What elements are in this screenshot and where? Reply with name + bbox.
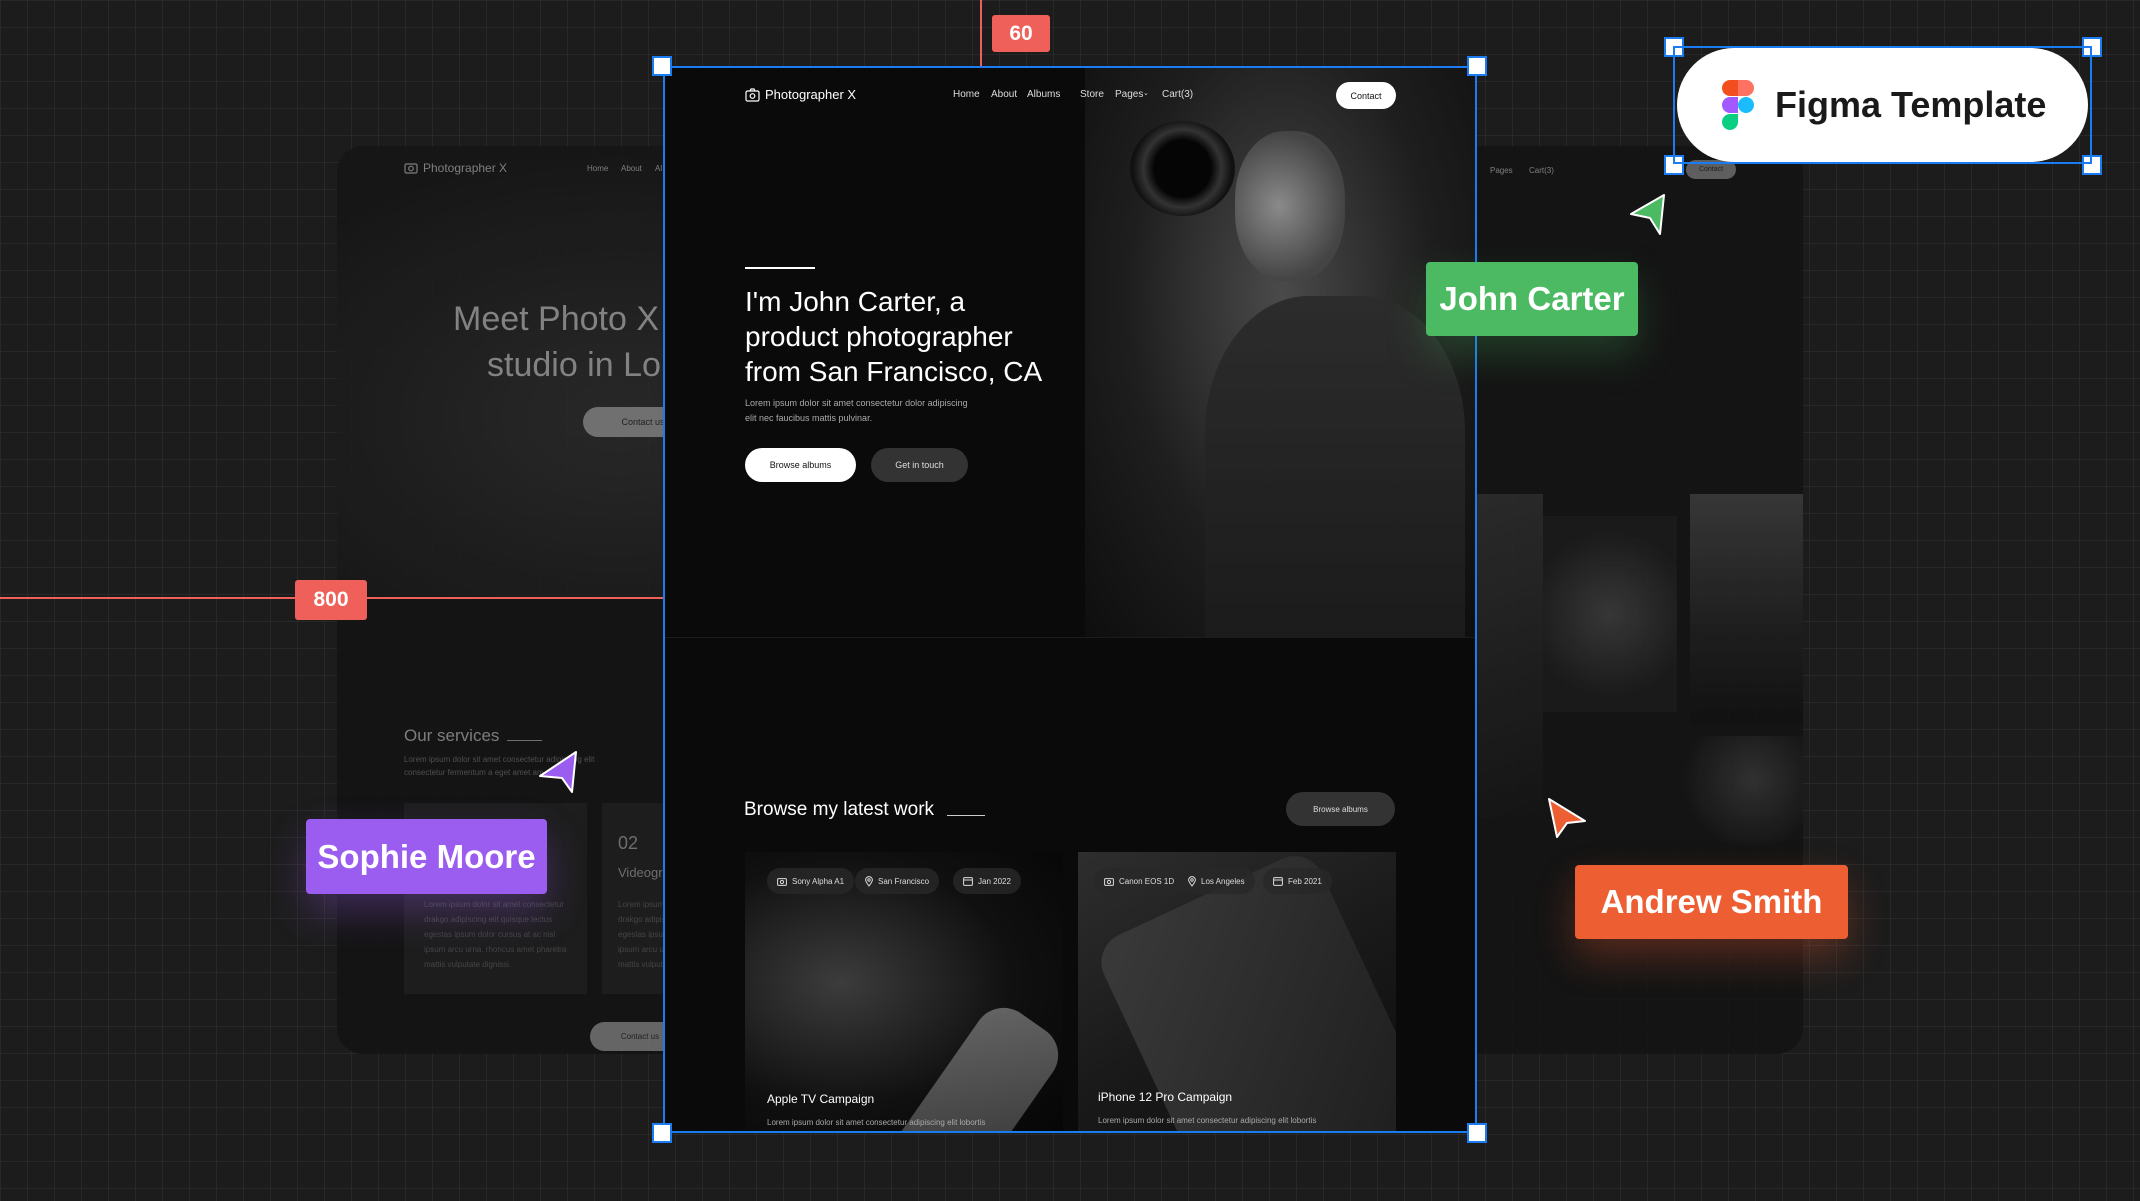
services-title: Our services bbox=[404, 726, 500, 745]
text-line: elit nec faucibus mattis pulvinar. bbox=[745, 413, 873, 423]
card-text: Lorem ipsum dolor sit amet consectetur a… bbox=[1098, 1116, 1317, 1125]
text-line: Lorem ipsum dolor sit amet consectetur d… bbox=[745, 398, 968, 408]
orange-cursor-icon bbox=[1548, 798, 1586, 838]
title-line: product photographer bbox=[745, 321, 1013, 352]
location-pin-icon bbox=[865, 875, 873, 887]
camera-logo-icon bbox=[404, 163, 418, 174]
hero-accent-line bbox=[745, 267, 815, 269]
camera-logo-icon bbox=[745, 88, 760, 102]
resize-handle[interactable] bbox=[1467, 1123, 1487, 1143]
latest-work-title: Browse my latest work bbox=[744, 799, 935, 820]
chip-label: Feb 2021 bbox=[1288, 876, 1322, 886]
work-card-iphone[interactable]: Canon EOS 1D Los Angeles Feb 2021 iPhone… bbox=[1078, 852, 1396, 1133]
camera-chip: Sony Alpha A1 bbox=[767, 868, 855, 894]
text-line: drakgo adipiscing elit quisque lectus bbox=[424, 915, 553, 924]
chip-label: San Francisco bbox=[878, 876, 930, 886]
apple-tv-remote-shape bbox=[870, 996, 1063, 1133]
location-chip: San Francisco bbox=[855, 868, 940, 894]
get-in-touch-button[interactable]: Get in touch bbox=[871, 448, 968, 482]
badge-pill: Figma Template bbox=[1677, 48, 2088, 162]
card-title: Apple TV Campaign bbox=[767, 1092, 875, 1106]
text-line: ipsum arcu u bbox=[618, 945, 664, 954]
date-chip: Jan 2022 bbox=[953, 868, 1021, 894]
nav-home[interactable]: Home bbox=[587, 164, 608, 173]
calendar-icon bbox=[963, 877, 973, 886]
browse-albums-secondary-button[interactable]: Browse albums bbox=[1286, 792, 1395, 826]
resize-handle[interactable] bbox=[1467, 56, 1487, 76]
collaborator-tag-sophie-moore: Sophie Moore bbox=[306, 819, 547, 894]
resize-handle[interactable] bbox=[652, 56, 672, 76]
location-pin-icon bbox=[1188, 875, 1196, 887]
title-line: from San Francisco, CA bbox=[745, 356, 1043, 387]
text-line: drakgo adipis bbox=[618, 915, 666, 924]
purple-cursor-icon bbox=[539, 751, 577, 793]
card-number: 02 bbox=[618, 833, 639, 853]
work-card-apple-tv[interactable]: Sony Alpha A1 San Francisco Jan 2022 App… bbox=[745, 852, 1063, 1133]
title-underline bbox=[947, 815, 985, 816]
hero-title: I'm John Carter, a product photographer … bbox=[745, 284, 1042, 389]
nav-pages[interactable]: Pages bbox=[1115, 89, 1143, 100]
body-shape bbox=[1205, 296, 1465, 637]
card-title: iPhone 12 Pro Campaign bbox=[1098, 1090, 1233, 1104]
text-line: Lorem ipsum bbox=[618, 900, 665, 909]
card-text: Lorem ipsum dolor sit amet consectetur d… bbox=[424, 897, 566, 972]
head-shape bbox=[1235, 131, 1345, 281]
brand-name[interactable]: Photographer X bbox=[765, 87, 856, 102]
figma-logo-icon bbox=[1722, 80, 1754, 130]
chip-label: Sony Alpha A1 bbox=[792, 876, 845, 886]
top-ruler-line bbox=[980, 0, 982, 66]
badge-label: Figma Template bbox=[1775, 84, 2047, 125]
text-line: Lorem ipsum dolor sit amet consectetur bbox=[424, 900, 565, 909]
contact-button[interactable]: Contact bbox=[1336, 82, 1396, 109]
gallery-image-dial bbox=[1677, 736, 1803, 846]
nav-albums[interactable]: Al bbox=[655, 164, 662, 173]
gallery-image bbox=[1477, 494, 1543, 818]
card-text: Lorem ipsum drakgo adipis egestas ipsum … bbox=[618, 897, 670, 972]
brand-name: Photographer X bbox=[423, 161, 508, 175]
hero-text: Lorem ipsum dolor sit amet consectetur d… bbox=[745, 396, 968, 426]
date-chip: Feb 2021 bbox=[1263, 868, 1332, 894]
section-divider bbox=[663, 637, 1477, 638]
calendar-icon bbox=[1273, 877, 1283, 886]
top-ruler-badge: 60 bbox=[992, 15, 1050, 52]
nav-cart[interactable]: Cart(3) bbox=[1529, 166, 1554, 175]
chip-label: Jan 2022 bbox=[978, 876, 1011, 886]
nav-about[interactable]: About bbox=[991, 89, 1017, 100]
text-line: ipsum arcu urna, rhoncus amet pharetra bbox=[424, 945, 567, 954]
camera-icon bbox=[1104, 877, 1114, 886]
gallery-image-camera bbox=[1543, 516, 1677, 712]
left-ruler-badge: 800 bbox=[295, 580, 367, 620]
title-line: I'm John Carter, a bbox=[745, 286, 966, 317]
nav-cart[interactable]: Cart(3) bbox=[1162, 89, 1193, 100]
camera-chip: Canon EOS 1D bbox=[1094, 868, 1185, 894]
chip-label: Los Angeles bbox=[1201, 876, 1245, 886]
resize-handle[interactable] bbox=[652, 1123, 672, 1143]
green-cursor-icon bbox=[1630, 194, 1665, 235]
chevron-down-icon: ⌄ bbox=[1143, 90, 1149, 97]
collaborator-tag-john-carter: John Carter bbox=[1426, 262, 1638, 336]
card-text: Lorem ipsum dolor sit amet consectetur a… bbox=[767, 1118, 986, 1127]
services-title-line bbox=[507, 740, 542, 741]
gallery-image-mountains bbox=[1690, 494, 1803, 724]
nav-home[interactable]: Home bbox=[953, 89, 980, 100]
location-chip: Los Angeles bbox=[1178, 868, 1255, 894]
collaborator-tag-andrew-smith: Andrew Smith bbox=[1575, 865, 1848, 939]
chip-label: Canon EOS 1D bbox=[1119, 876, 1175, 886]
text-line: mattis vulput bbox=[618, 960, 663, 969]
nav-pages[interactable]: Pages bbox=[1490, 166, 1513, 175]
hero-photo-photographer bbox=[1085, 66, 1477, 637]
main-frame[interactable]: Photographer X Home About Albums Store P… bbox=[663, 66, 1477, 1133]
nav-albums[interactable]: Albums bbox=[1027, 89, 1060, 100]
nav-store[interactable]: Store bbox=[1080, 89, 1104, 100]
text-line: mattis vulputate dignissi. bbox=[424, 960, 512, 969]
browse-albums-button[interactable]: Browse albums bbox=[745, 448, 856, 482]
camera-lens-shape bbox=[1130, 121, 1235, 216]
camera-icon bbox=[777, 877, 787, 886]
figma-template-badge: Figma Template bbox=[1673, 46, 2092, 164]
text-line: egestas ipsum bbox=[618, 930, 670, 939]
text-line: egestas ipsum dolor cursus at ac nisl bbox=[424, 930, 556, 939]
nav-about[interactable]: About bbox=[621, 164, 642, 173]
